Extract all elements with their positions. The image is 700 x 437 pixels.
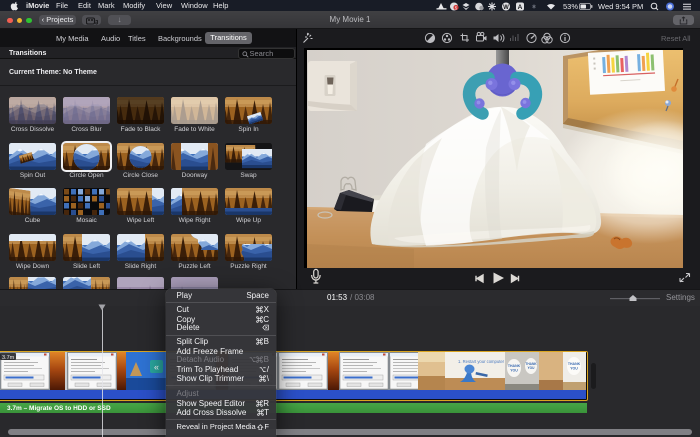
svg-text:THANK: THANK: [568, 362, 581, 366]
svg-text:3.7m: 3.7m: [2, 355, 15, 361]
svg-text:THANK: THANK: [508, 364, 521, 368]
svg-text:W: W: [503, 4, 509, 10]
svg-text:YOU: YOU: [510, 369, 518, 373]
svg-text:A: A: [518, 4, 523, 11]
svg-text:53%: 53%: [563, 2, 578, 11]
svg-text:«: «: [154, 362, 159, 372]
svg-text:Reset All: Reset All: [661, 34, 691, 43]
svg-text:YOU: YOU: [570, 367, 578, 371]
svg-text:YOU: YOU: [528, 366, 536, 370]
svg-text:1. Restart your computer: 1. Restart your computer: [458, 359, 505, 364]
svg-text:Wed 9:54 PM: Wed 9:54 PM: [598, 2, 643, 11]
